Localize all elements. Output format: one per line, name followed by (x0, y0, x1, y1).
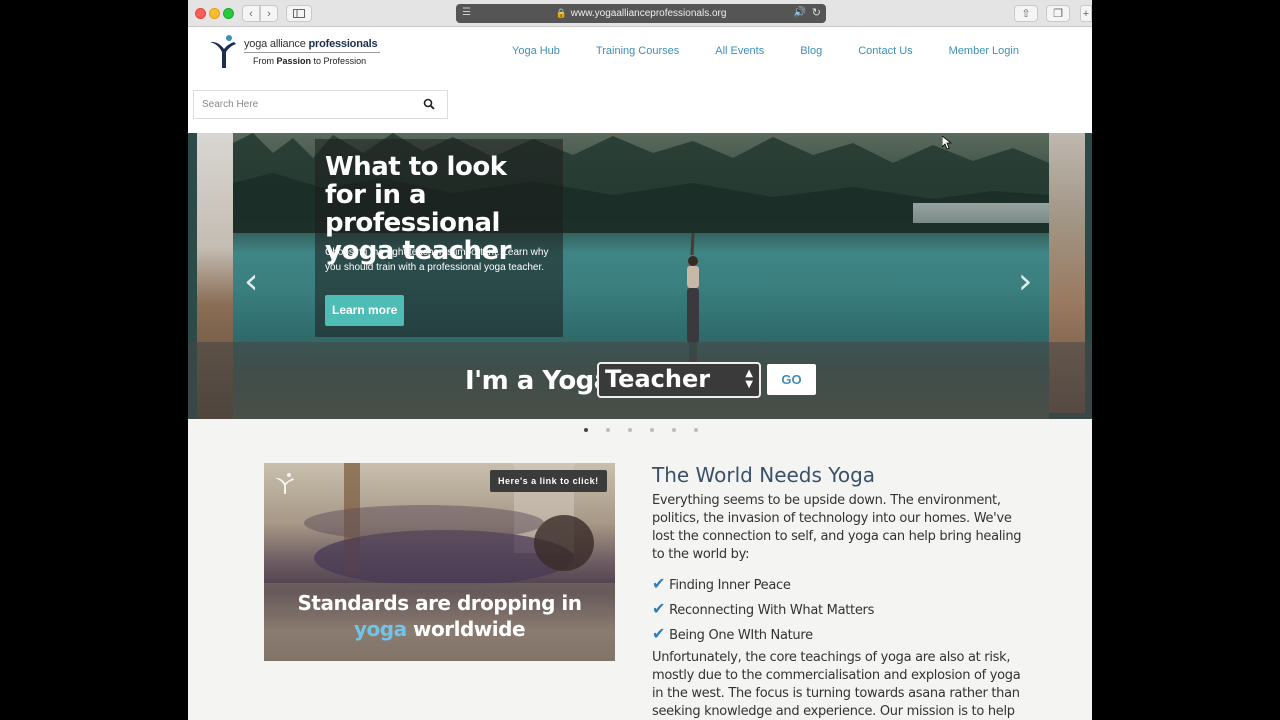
role-select[interactable]: Teacher ▲ ▼ (597, 362, 761, 398)
check-item-label: Reconnecting With What Matters (669, 603, 875, 618)
search-input[interactable] (194, 91, 419, 118)
learn-more-button[interactable]: Learn more (325, 295, 405, 326)
snow-patch (913, 203, 1049, 223)
logo-name: yoga alliance professionals (244, 38, 378, 50)
promo-headline-rest: worldwide (406, 617, 526, 641)
search-box (193, 90, 448, 119)
logo-mark-icon (210, 35, 236, 68)
promo-highlight: yoga (353, 617, 407, 641)
nav-training-courses[interactable]: Training Courses (596, 45, 679, 57)
reader-icon[interactable]: ☰ (462, 7, 471, 18)
logo-name-bold: professionals (308, 38, 378, 50)
chevron-right-icon: › (267, 7, 271, 20)
logo-tagline: From Passion to Profession (253, 56, 366, 66)
promo-link-badge[interactable]: Here's a link to click! (490, 470, 607, 492)
checkmark-icon: ✔ (652, 574, 666, 593)
promo-headline-line2: yoga worldwide (264, 617, 615, 641)
logo-name-plain: yoga alliance (244, 38, 306, 50)
promo-logo-icon (275, 473, 294, 494)
nav-contact-us[interactable]: Contact Us (858, 45, 912, 57)
hero-card: What to look for in a professional yoga … (315, 139, 563, 337)
main-nav: Yoga Hub Training Courses All Events Blo… (512, 45, 1055, 57)
reload-icon[interactable]: ↻ (812, 6, 821, 19)
share-icon: ⇧ (1021, 8, 1031, 20)
site-logo[interactable]: yoga alliance professionals From Passion… (208, 34, 380, 72)
plus-icon: + (1082, 7, 1090, 20)
outro-paragraph: Unfortunately, the core teachings of yog… (652, 650, 1021, 719)
carousel-dot[interactable] (672, 428, 676, 432)
checkmark-icon: ✔ (652, 599, 666, 618)
next-slide-arrow[interactable]: › (1018, 261, 1032, 302)
carousel-dot[interactable] (606, 428, 610, 432)
search-icon[interactable] (423, 98, 435, 110)
close-window-button[interactable] (195, 8, 206, 19)
carousel-dot[interactable] (650, 428, 654, 432)
carousel-dot[interactable] (694, 428, 698, 432)
logo-tag-bold: Passion (276, 56, 312, 66)
go-button[interactable]: GO (767, 364, 816, 395)
browser-toolbar: ‹ › ☰ 🔒 www.yogaallianceprofessionals.or… (188, 0, 1092, 27)
logo-tag-post: to Profession (313, 56, 367, 66)
carousel-dots (584, 428, 716, 432)
lock-icon: 🔒 (555, 8, 567, 18)
hero-carousel: What to look for in a professional yoga … (188, 133, 1092, 419)
role-select-value: Teacher (605, 365, 711, 393)
nav-blog[interactable]: Blog (800, 45, 822, 57)
check-item-label: Finding Inner Peace (669, 578, 791, 593)
share-button[interactable]: ⇧ (1014, 5, 1038, 22)
maximize-window-button[interactable] (223, 8, 234, 19)
section-title: The World Needs Yoga (652, 463, 876, 487)
role-selector-bar: I'm a Yoga Teacher ▲ ▼ GO (188, 342, 1092, 419)
nav-member-login[interactable]: Member Login (949, 45, 1019, 57)
sidebar-toggle-button[interactable] (286, 5, 312, 22)
hero-text: Choosing the right teacher is important.… (325, 247, 549, 273)
chevron-left-icon: ‹ (249, 7, 253, 20)
check-list-item: ✔ Finding Inner Peace (652, 574, 791, 593)
promo-headline-line1: Standards are dropping in (297, 591, 582, 615)
select-arrows-icon: ▲ ▼ (745, 368, 753, 390)
mouse-cursor-icon (942, 136, 952, 150)
back-button[interactable]: ‹ (242, 5, 260, 22)
check-item-label: Being One WIth Nature (669, 628, 813, 643)
carousel-dot[interactable] (628, 428, 632, 432)
role-selector-label: I'm a Yoga (465, 366, 611, 396)
browser-window: ‹ › ☰ 🔒 www.yogaallianceprofessionals.or… (188, 0, 1092, 720)
tabs-icon: ❐ (1053, 8, 1063, 20)
checkmark-icon: ✔ (652, 624, 666, 643)
carousel-dot[interactable] (584, 428, 588, 432)
minimize-window-button[interactable] (209, 8, 220, 19)
new-tab-button[interactable]: + (1080, 5, 1092, 22)
check-list-item: ✔ Being One WIth Nature (652, 624, 813, 643)
url-text: www.yogaallianceprofessionals.org (570, 8, 727, 19)
show-tabs-button[interactable]: ❐ (1046, 5, 1070, 22)
intro-paragraph: Everything seems to be upside down. The … (652, 493, 1022, 562)
audio-icon[interactable]: 🔊 (794, 7, 806, 18)
nav-all-events[interactable]: All Events (715, 45, 764, 57)
previous-slide-arrow[interactable]: ‹ (244, 261, 258, 302)
address-bar[interactable]: ☰ 🔒 www.yogaallianceprofessionals.org 🔊 … (456, 4, 826, 23)
promo-banner[interactable]: Here's a link to click! Standards are dr… (264, 463, 615, 661)
logo-tag-pre: From (253, 56, 274, 66)
nav-yoga-hub[interactable]: Yoga Hub (512, 45, 560, 57)
sidebar-icon (293, 9, 305, 18)
logo-divider (244, 52, 380, 53)
forward-button[interactable]: › (260, 5, 278, 22)
check-list-item: ✔ Reconnecting With What Matters (652, 599, 874, 618)
content-section: Here's a link to click! Standards are dr… (188, 419, 1092, 720)
